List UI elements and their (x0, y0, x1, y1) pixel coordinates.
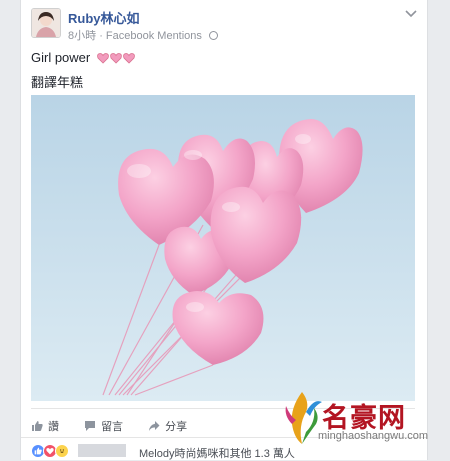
share-arrow-icon (149, 421, 160, 431)
watermark-url: minghaoshangwu.com (318, 430, 429, 442)
author-name[interactable]: Ruby林心如 (68, 8, 140, 27)
site-watermark: 名豪网 minghaoshangwu.com (278, 380, 450, 460)
post-time[interactable]: 8小時 (68, 30, 96, 42)
post-translate-link[interactable]: 翻譯年糕 (31, 72, 83, 91)
post-actions: 讚 留言 分享 (31, 418, 209, 435)
comment-button[interactable]: 留言 (84, 418, 123, 434)
post-text: Girl power (31, 50, 91, 65)
reaction-icons[interactable] (31, 444, 69, 458)
comment-icon (85, 421, 96, 431)
chevron-down-icon[interactable] (405, 10, 417, 18)
author-avatar[interactable] (31, 8, 61, 38)
comment-label: 留言 (101, 421, 124, 433)
redacted-block (78, 444, 126, 457)
like-button[interactable]: 讚 (31, 418, 59, 434)
haha-icon (55, 444, 69, 458)
post-meta: 8小時 · Facebook Mentions (68, 27, 218, 43)
hearts-emoji-icon (97, 52, 135, 67)
meta-separator: · (99, 30, 103, 42)
like-label: 讚 (48, 421, 59, 433)
share-button[interactable]: 分享 (148, 418, 187, 434)
thumbs-up-icon (32, 421, 43, 431)
globe-icon (208, 31, 218, 40)
post-text-line1: Girl power (31, 50, 135, 67)
post-source[interactable]: Facebook Mentions (106, 30, 202, 42)
reaction-summary[interactable]: Melody時尚媽咪和其他 1.3 萬人 (139, 445, 295, 461)
post-photo[interactable] (31, 95, 415, 401)
share-label: 分享 (165, 421, 188, 433)
